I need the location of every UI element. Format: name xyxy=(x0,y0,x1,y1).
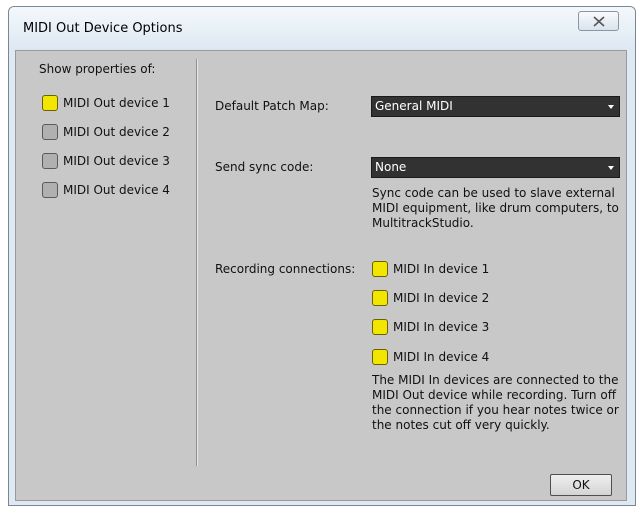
in-device-4-checkbox[interactable] xyxy=(372,349,388,365)
out-device-3[interactable]: MIDI Out device 3 xyxy=(42,152,170,170)
out-device-3-label: MIDI Out device 3 xyxy=(63,154,170,168)
patch-map-dropdown[interactable]: General MIDI xyxy=(371,96,620,117)
sync-code-label: Send sync code: xyxy=(215,160,314,174)
out-device-4-checkbox[interactable] xyxy=(42,182,58,198)
in-device-2-checkbox[interactable] xyxy=(372,290,388,306)
in-device-2-label: MIDI In device 2 xyxy=(393,291,490,305)
out-device-3-checkbox[interactable] xyxy=(42,153,58,169)
in-device-1[interactable]: MIDI In device 1 xyxy=(372,260,489,278)
recording-note-line: the connection if you hear notes twice o… xyxy=(372,403,619,417)
sync-note-line: MIDI equipment, like drum computers, to xyxy=(372,201,619,215)
window-title: MIDI Out Device Options xyxy=(23,21,183,36)
title-bar: MIDI Out Device Options xyxy=(9,7,635,50)
out-device-2-label: MIDI Out device 2 xyxy=(63,125,170,139)
recording-note-line: MIDI Out device while recording. Turn of… xyxy=(372,388,616,402)
in-device-1-checkbox[interactable] xyxy=(372,261,388,277)
out-device-1-checkbox[interactable] xyxy=(42,95,58,111)
in-device-3-label: MIDI In device 3 xyxy=(393,320,490,334)
sync-code-dropdown[interactable]: None xyxy=(371,157,620,178)
recording-connections-label: Recording connections: xyxy=(215,262,356,276)
out-device-1-label: MIDI Out device 1 xyxy=(63,96,170,110)
patch-map-label: Default Patch Map: xyxy=(215,99,329,113)
out-device-2-checkbox[interactable] xyxy=(42,124,58,140)
dropdown-arrow-icon xyxy=(608,166,614,170)
close-button[interactable] xyxy=(578,11,619,31)
out-device-4-label: MIDI Out device 4 xyxy=(63,183,170,197)
close-icon xyxy=(593,16,605,27)
sync-code-value: None xyxy=(375,160,407,174)
in-device-3-checkbox[interactable] xyxy=(372,319,388,335)
dialog-body: Show properties of: MIDI Out device 1 MI… xyxy=(15,50,627,501)
recording-note-line: The MIDI In devices are connected to the xyxy=(372,373,619,387)
in-device-2[interactable]: MIDI In device 2 xyxy=(372,289,489,307)
sync-note-line: Sync code can be used to slave external xyxy=(372,186,615,200)
out-device-2[interactable]: MIDI Out device 2 xyxy=(42,123,170,141)
recording-note: The MIDI In devices are connected to the… xyxy=(372,373,622,433)
patch-map-value: General MIDI xyxy=(375,99,453,113)
out-device-1[interactable]: MIDI Out device 1 xyxy=(42,94,170,112)
in-device-4[interactable]: MIDI In device 4 xyxy=(372,348,489,366)
in-device-1-label: MIDI In device 1 xyxy=(393,262,490,276)
sync-note-line: MultitrackStudio. xyxy=(372,216,474,230)
dropdown-arrow-icon xyxy=(608,105,614,109)
panel-divider xyxy=(196,59,198,466)
in-device-4-label: MIDI In device 4 xyxy=(393,350,490,364)
sync-code-note: Sync code can be used to slave external … xyxy=(372,186,622,231)
show-properties-label: Show properties of: xyxy=(39,62,156,76)
dialog-window: MIDI Out Device Options Show properties … xyxy=(8,6,636,506)
in-device-3[interactable]: MIDI In device 3 xyxy=(372,318,489,336)
out-device-4[interactable]: MIDI Out device 4 xyxy=(42,181,170,199)
recording-note-line: the notes cut off very quickly. xyxy=(372,418,550,432)
ok-button[interactable]: OK xyxy=(550,474,612,496)
